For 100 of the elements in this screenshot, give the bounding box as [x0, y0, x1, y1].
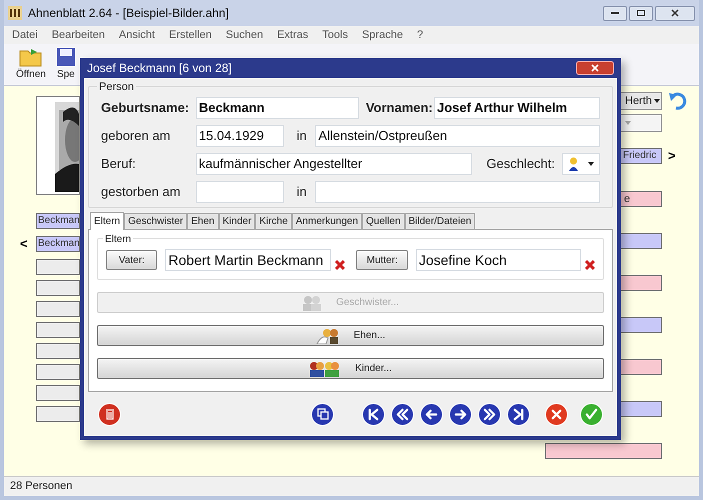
folder-icon [18, 47, 43, 67]
app-icon [8, 6, 22, 20]
arrow-right-icon [454, 408, 467, 420]
first-button[interactable] [362, 402, 385, 426]
person-box[interactable] [36, 384, 80, 400]
double-chevron-left-icon [396, 408, 409, 420]
person-box[interactable]: Friedric [620, 148, 662, 164]
ok-button[interactable] [580, 402, 603, 426]
tab[interactable]: Eltern [90, 212, 124, 230]
person-box[interactable]: Beckman [36, 213, 80, 229]
caret-icon [588, 162, 594, 166]
fast-back-button[interactable] [391, 402, 414, 426]
wide-button[interactable]: Ehen... [97, 325, 604, 346]
arrow-marker[interactable]: < [20, 234, 30, 254]
menu-item[interactable]: Tools [322, 26, 348, 44]
person-box[interactable] [620, 232, 662, 248]
person-box[interactable] [36, 406, 80, 422]
undo-icon[interactable] [668, 92, 688, 110]
father-button[interactable]: Vater: [106, 250, 158, 270]
field-label: Vornamen: [366, 99, 434, 118]
forward-button[interactable] [449, 402, 472, 426]
menu-item[interactable]: Suchen [226, 26, 264, 44]
person-box[interactable] [620, 274, 662, 290]
check-icon [585, 408, 598, 420]
tab[interactable]: Kirche [255, 213, 292, 229]
dialog-title: Josef Beckmann [6 von 28] [87, 60, 232, 77]
person-box[interactable] [620, 316, 662, 332]
given-names-field[interactable]: Josef Arthur Wilhelm [434, 97, 600, 119]
menu-item[interactable]: Datei [12, 26, 38, 44]
occupation-field[interactable]: kaufmännischer Angestellter [196, 153, 472, 175]
person-box[interactable] [36, 258, 80, 274]
people-icon [302, 294, 322, 310]
father-field[interactable]: Robert Martin Beckmann [165, 249, 331, 271]
person-icon [568, 157, 578, 171]
field-label: in [296, 183, 308, 202]
wide-button[interactable]: Kinder... [97, 358, 604, 379]
person-box[interactable] [620, 358, 662, 374]
close-button[interactable] [576, 61, 614, 75]
couple-icon [316, 328, 340, 344]
person-box[interactable] [36, 364, 80, 380]
birth-place-field[interactable]: Allenstein/Ostpreußen [315, 125, 600, 147]
remove-icon[interactable] [585, 260, 595, 270]
mother-field[interactable]: Josefine Koch [416, 249, 582, 271]
window-title: Ahnenblatt 2.64 - [Beispiel-Bilder.ahn] [28, 5, 229, 22]
trash-icon [104, 408, 114, 420]
person-box[interactable] [620, 400, 662, 416]
death-place-field[interactable] [315, 181, 600, 203]
field-label: gestorben am [101, 183, 182, 202]
tab[interactable]: Kinder [218, 213, 256, 229]
field-label: geboren am [101, 127, 172, 146]
menu-item[interactable]: Extras [277, 26, 308, 44]
person-box[interactable]: e [620, 190, 662, 206]
tab[interactable]: Geschwister [124, 213, 188, 229]
person-box[interactable] [36, 342, 80, 358]
dropdown[interactable]: Herth [620, 92, 662, 110]
field-label: in [296, 127, 308, 146]
copy-button[interactable] [311, 402, 334, 426]
mother-button[interactable]: Mutter: [356, 250, 408, 270]
arrow-left-icon [425, 408, 438, 420]
tab[interactable]: Anmerkungen [292, 213, 362, 229]
person-box[interactable] [36, 300, 80, 316]
cancel-button[interactable] [545, 402, 568, 426]
person-box[interactable] [36, 280, 80, 296]
field-label: Geschlecht: [486, 155, 556, 174]
menu-item[interactable]: Bearbeiten [52, 26, 105, 44]
family-icon [309, 360, 342, 376]
minimize-button[interactable] [603, 6, 627, 20]
death-date-field[interactable] [196, 181, 284, 203]
person-box[interactable] [36, 322, 80, 338]
tab[interactable]: Ehen [187, 213, 218, 229]
toolbar-button[interactable]: Öffnen [16, 47, 46, 82]
fast-forward-button[interactable] [478, 402, 501, 426]
remove-icon[interactable] [334, 260, 345, 270]
birth-date-field[interactable]: 15.04.1929 [196, 125, 284, 147]
last-button[interactable] [507, 402, 530, 426]
menu-item[interactable]: ? [416, 26, 424, 44]
menu-item[interactable]: Ansicht [118, 26, 155, 44]
floppy-icon [56, 47, 76, 67]
birth-name-field[interactable]: Beckmann [196, 97, 359, 119]
menu-item[interactable]: Erstellen [168, 26, 212, 44]
arrow-marker[interactable]: > [668, 146, 676, 166]
copy-icon [316, 408, 328, 420]
delete-button[interactable] [98, 402, 121, 426]
skip-forward-icon [512, 408, 525, 420]
gender-dropdown[interactable] [562, 153, 600, 175]
tab[interactable]: Quellen [362, 213, 404, 229]
menu-item[interactable]: Sprache [362, 26, 403, 44]
person-box[interactable]: Beckman [36, 236, 80, 252]
double-chevron-right-icon [483, 408, 496, 420]
field-label: Geburtsname: [101, 99, 190, 118]
close-icon [671, 9, 679, 17]
close-button[interactable] [655, 6, 695, 20]
maximize-button[interactable] [629, 6, 653, 20]
status-text: 28 Personen [10, 479, 72, 494]
back-button[interactable] [420, 402, 443, 426]
tab[interactable]: Bilder/Dateien [404, 213, 476, 229]
field-label: Beruf: [101, 155, 137, 174]
close-icon [591, 64, 599, 72]
skip-back-icon [367, 408, 380, 420]
toolbar-button[interactable]: Spe [56, 47, 76, 82]
